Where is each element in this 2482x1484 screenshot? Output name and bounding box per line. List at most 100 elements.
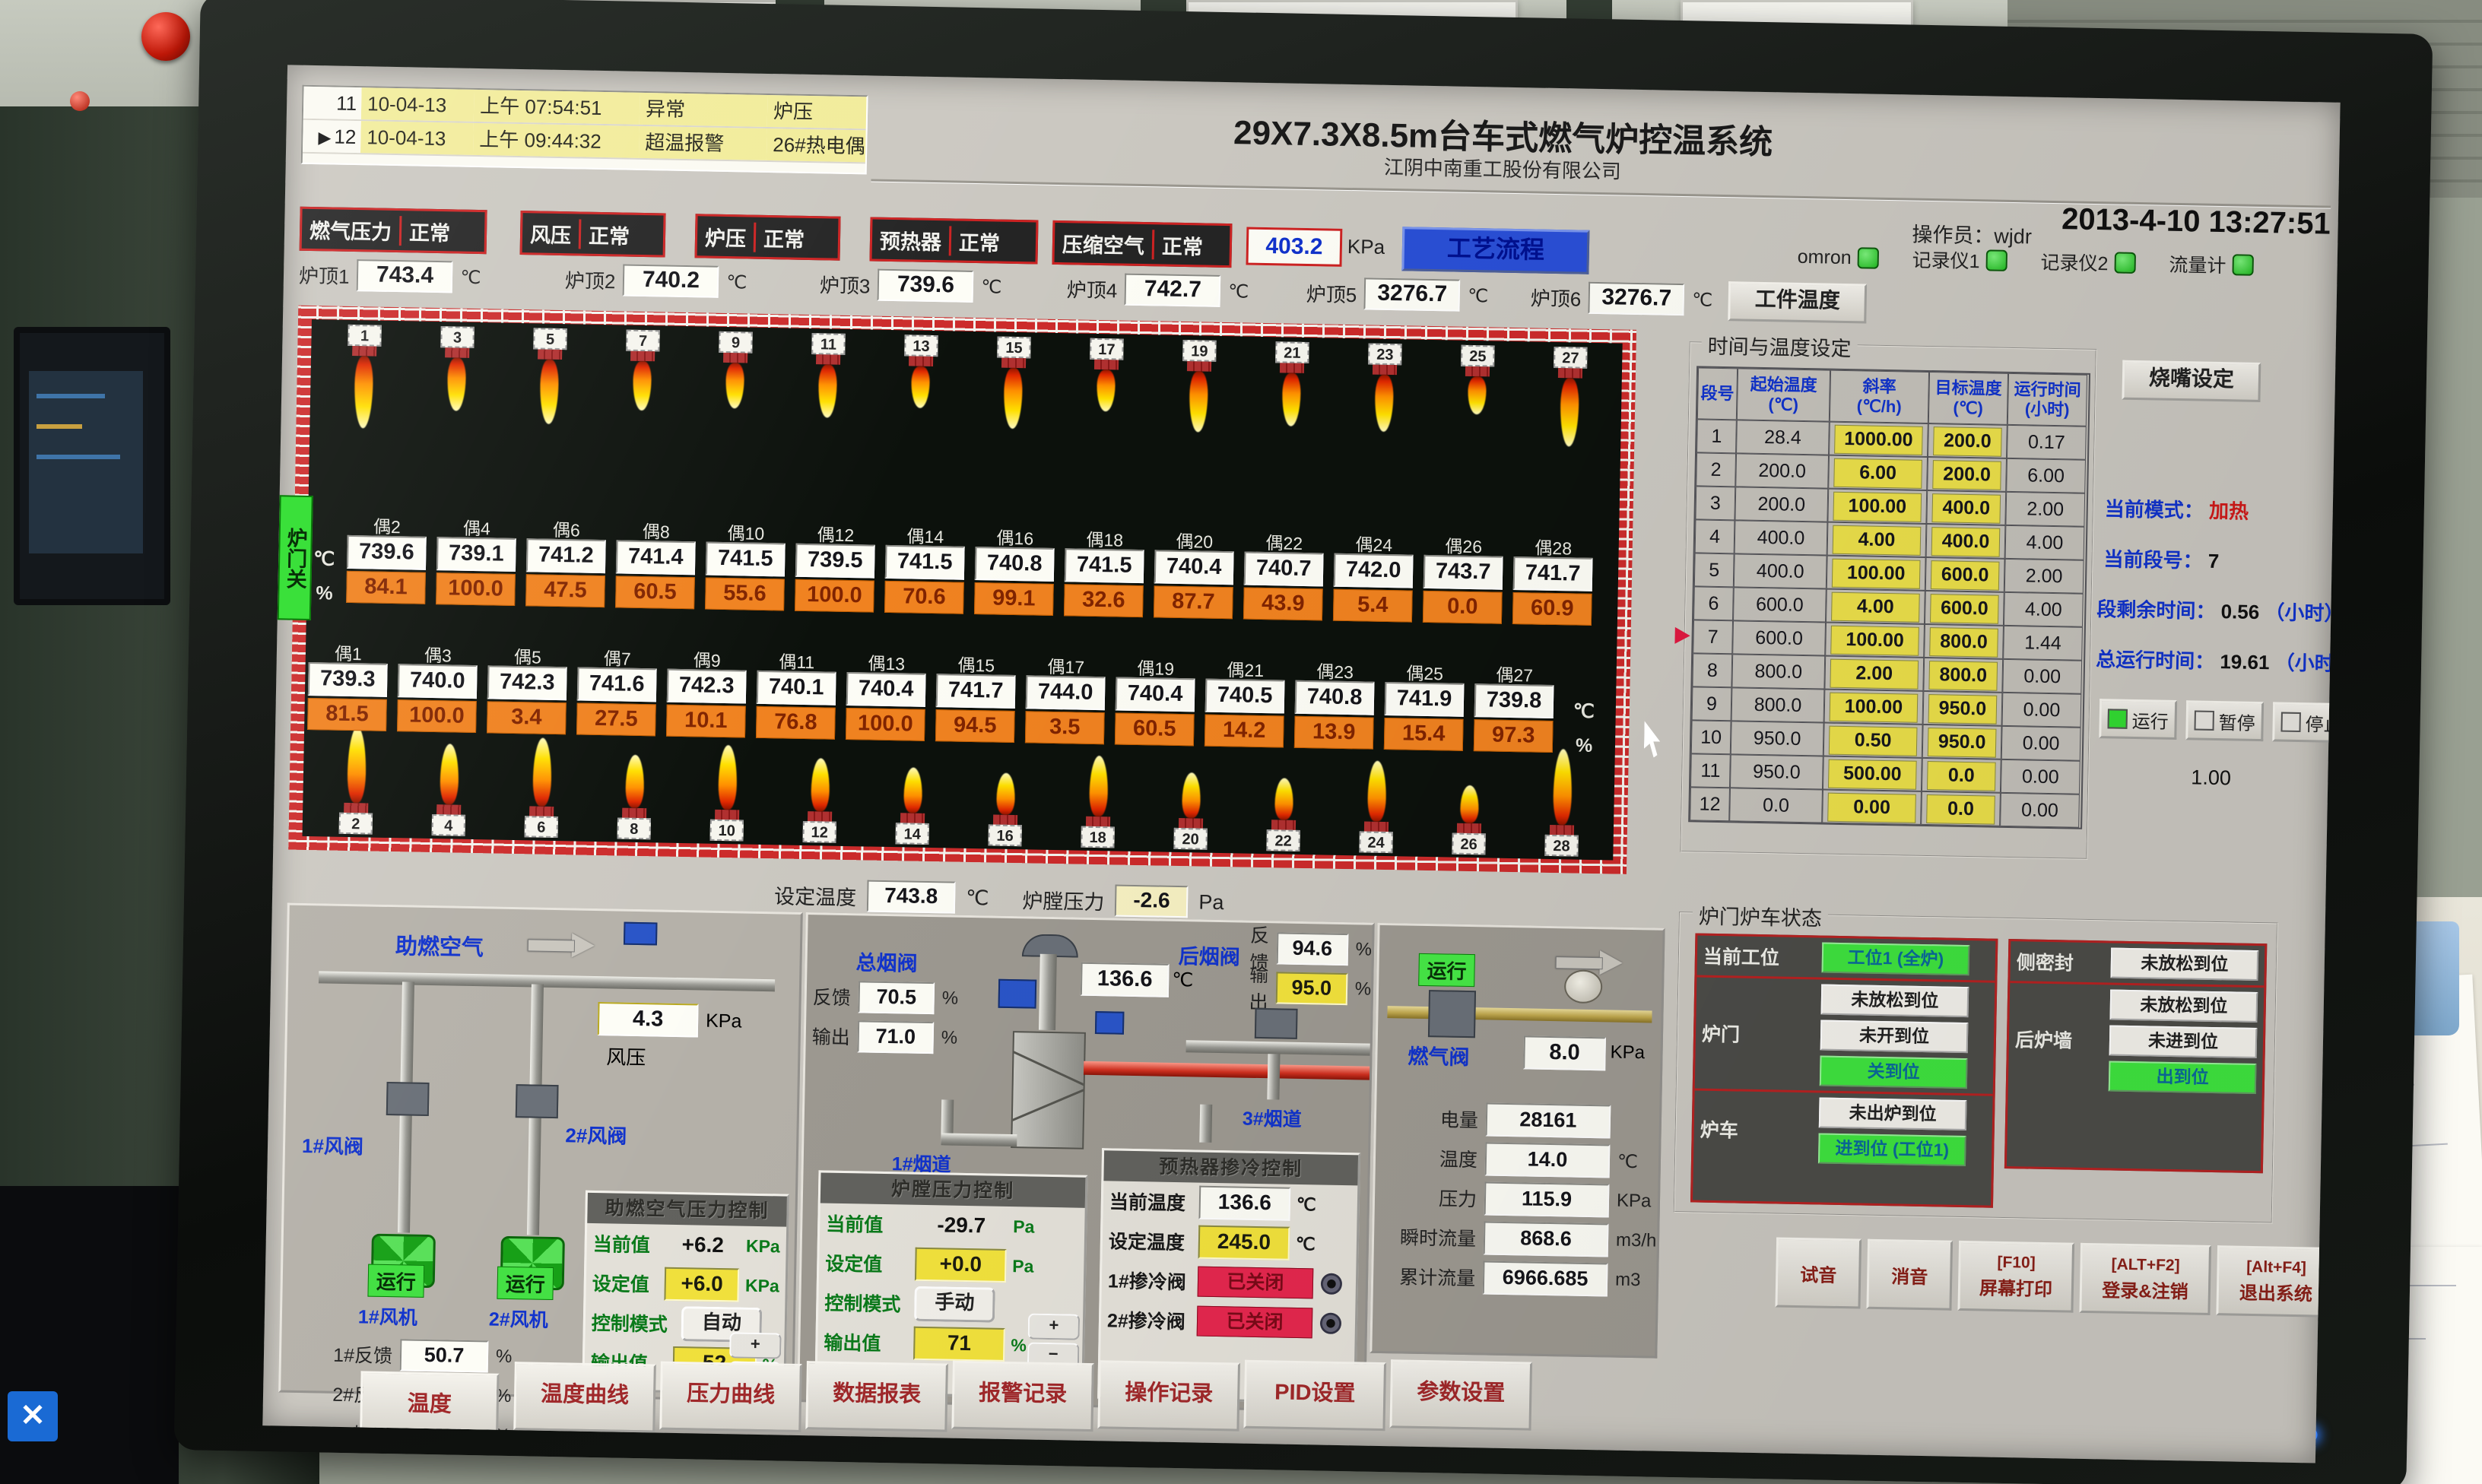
readout-value[interactable]: 95.0 [1275,972,1347,1005]
ramp-input[interactable]: 4.00 [1833,525,1922,556]
cell-ramp: 100.00 [1827,489,1927,524]
couple-temp: 741.2 [526,538,606,573]
burner-settings-button[interactable]: 烧嘴设定 [2122,360,2261,402]
control-setpoint[interactable]: +0.0 [915,1248,1007,1283]
target-input[interactable]: 600.0 [1931,560,2000,591]
window-close-icon[interactable]: ✕ [8,1391,58,1441]
control-setpoint[interactable]: 71 [913,1327,1005,1362]
cell-segment: 7 [1693,620,1733,654]
cell-ramp: 2.00 [1824,656,1924,691]
bottom-button[interactable]: 数据报表 [805,1361,948,1432]
couple-output: 10.1 [666,705,746,738]
link-indicator: omron [1798,246,1879,269]
control-row: 1#掺冷阀已关闭 [1102,1260,1357,1304]
roof-temp-value: 3276.7 [1589,282,1685,316]
total-time-line: 总运行时间： 19.61 （小时） [2096,644,2341,677]
couple-output: 3.5 [1025,711,1105,744]
ramp-input[interactable]: 100.00 [1830,626,1919,656]
valve-toggle-icon[interactable] [1321,1273,1343,1295]
control-mode-button[interactable]: 手动 [914,1286,995,1323]
flame-icon [811,758,830,811]
bottom-button[interactable]: 参数设置 [1389,1359,1532,1430]
bottom-button[interactable]: 报警记录 [951,1361,1094,1432]
control-label: 当前温度 [1109,1187,1200,1216]
couple-temp: 741.9 [1385,682,1465,717]
run-button[interactable]: 运行 [2099,699,2177,740]
stop-button[interactable]: 停止 [2272,702,2340,743]
system-button[interactable]: 试音 [1775,1238,1862,1309]
gas-readout-row: 瞬时流量 868.6 m3/h [1382,1219,1657,1259]
bottom-button[interactable]: PID设置 [1243,1360,1386,1431]
couple-output: 60.9 [1512,592,1592,626]
system-button[interactable]: [Alt+F4] 退出系统 [2216,1245,2336,1318]
ramp-input[interactable]: 100.00 [1833,492,1922,522]
control-unit: Pa [1012,1256,1034,1277]
door-status-group: 炉门 未放松到位未开到位关到位 [1695,978,1995,1096]
ramp-input[interactable]: 1000.00 [1834,425,1923,455]
couple-output: 70.6 [884,581,964,614]
ramp-input[interactable]: 6.00 [1833,458,1922,489]
ramp-input[interactable]: 2.00 [1830,659,1919,690]
target-input[interactable]: 0.0 [1927,761,1996,791]
cell-start-temp: 0.0 [1729,788,1823,823]
combustion-air-panel: 助燃空气 1#风阀 2#风阀 4.3 KPa 风压 运行 运行 1#风机 2#风… [278,903,803,1402]
target-input[interactable]: 400.0 [1931,493,2001,524]
target-input[interactable]: 800.0 [1929,627,1998,658]
cell-runtime: 0.00 [2000,793,2080,828]
mode-label: 当前模式： [2105,497,2204,522]
flame-icon [1282,373,1301,426]
door-status-chip: 关到位 [1820,1056,1968,1089]
cell-start-temp: 950.0 [1731,721,1824,756]
burner-tip-icon [1187,361,1211,372]
flame-icon [347,727,367,803]
cell-segment: 1 [1696,419,1737,453]
ramp-input[interactable]: 4.00 [1831,592,1920,623]
flame-icon [1553,749,1573,825]
system-button[interactable]: [ALT+F2] 登录&注销 [2079,1243,2211,1315]
bottom-button[interactable]: 温度曲线 [513,1362,656,1432]
target-input[interactable]: 200.0 [1933,426,2002,457]
ramp-input[interactable]: 0.50 [1829,726,1918,756]
increment-button[interactable]: + [729,1332,782,1359]
bottom-button[interactable]: 操作记录 [1097,1360,1240,1431]
target-input[interactable]: 950.0 [1928,694,1998,725]
ramp-input[interactable]: 100.00 [1832,559,1921,589]
target-input[interactable]: 0.0 [1926,794,1995,825]
link-indicator: 流量计 [2169,250,2254,279]
burner-tip-icon [1094,360,1119,370]
burner-tip-icon [1550,825,1574,836]
increment-button[interactable]: + [1028,1313,1081,1340]
bottom-button[interactable]: 压力曲线 [659,1362,802,1432]
target-input[interactable]: 800.0 [1928,661,1998,691]
status-label: 风压 [522,218,579,249]
cell-runtime: 0.00 [2002,693,2082,728]
unit-label-pct: % [1576,735,1593,757]
workpiece-temp-button[interactable]: 工件温度 [1728,281,1867,323]
target-input[interactable]: 950.0 [1928,728,1997,758]
target-input[interactable]: 400.0 [1931,527,2001,557]
flame-icon [1374,375,1393,432]
burner: 12 [802,758,837,843]
valve-toggle-icon[interactable] [1320,1313,1342,1335]
main-flue-valve-label: 总烟阀 [855,946,918,976]
control-unit: KPa [745,1275,779,1296]
system-button[interactable]: 消音 [1866,1239,1953,1311]
thermocouple-readout: 偶25 741.9 15.4 [1384,658,1465,751]
target-input[interactable]: 200.0 [1932,460,2001,490]
control-label: 当前值 [826,1210,916,1238]
control-setpoint[interactable]: 245.0 [1198,1226,1290,1260]
couple-temp: 739.1 [436,537,516,572]
ramp-input[interactable]: 500.00 [1828,759,1917,790]
readout-value: 6966.685 [1483,1260,1608,1296]
couple-temp: 744.0 [1026,675,1106,710]
emergency-button[interactable] [141,12,190,61]
cell-target-temp: 950.0 [1922,725,2002,759]
couple-temp: 739.8 [1474,683,1554,718]
target-input[interactable]: 600.0 [1930,594,1999,624]
system-button[interactable]: [F10] 屏幕打印 [1957,1241,2074,1313]
pause-button[interactable]: 暂停 [2185,700,2264,741]
ramp-input[interactable]: 100.00 [1830,693,1919,723]
control-setpoint[interactable]: +6.0 [665,1267,740,1302]
process-flow-button[interactable]: 工艺流程 [1401,227,1589,274]
ramp-input[interactable]: 0.00 [1827,793,1916,823]
